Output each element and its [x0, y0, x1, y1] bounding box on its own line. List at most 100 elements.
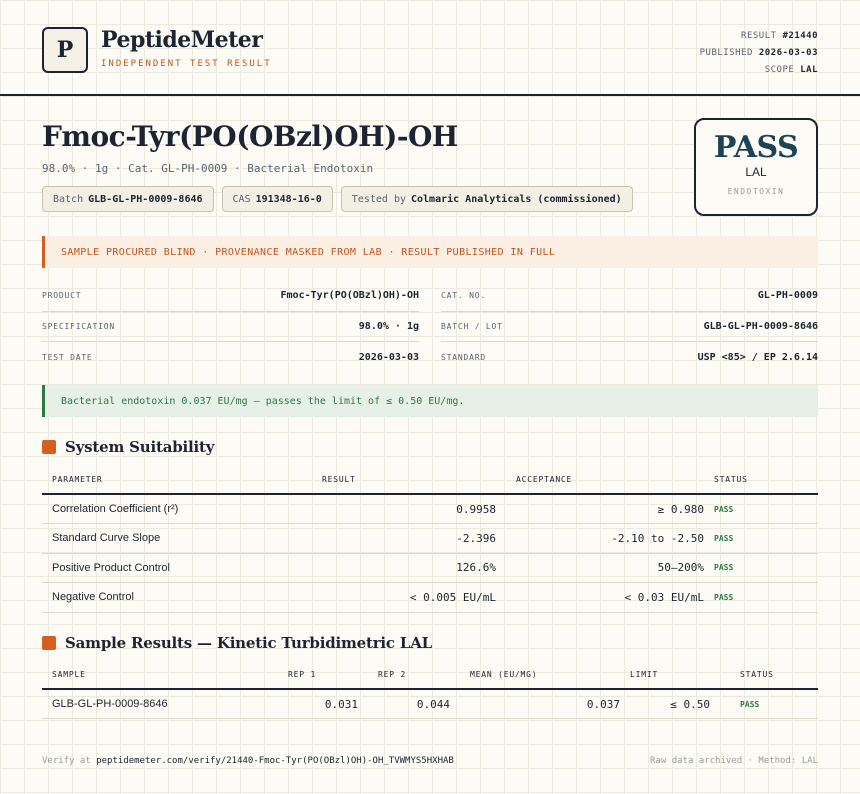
- column-header: ACCEPTANCE: [506, 466, 714, 495]
- chip-label: Tested by: [351, 193, 406, 205]
- result-summary-notice: Bacterial endotoxin 0.037 EU/mg — passes…: [42, 385, 818, 417]
- table-row: Correlation Coefficient (r²) 0.9958 ≥ 0.…: [42, 494, 818, 524]
- logo-letter: P: [56, 37, 74, 63]
- suitability-table: PARAMETER RESULT ACCEPTANCE STATUS Corre…: [42, 466, 818, 613]
- scope-label: SCOPE: [764, 65, 795, 75]
- acceptance-cell: < 0.03 EU/mL: [506, 582, 714, 613]
- result-label: RESULT: [741, 31, 777, 41]
- status-badge: PASS: [714, 582, 818, 613]
- column-header: MEAN (EU/MG): [460, 661, 630, 690]
- spec-value: GL-PH-0009: [757, 290, 818, 302]
- acceptance-cell: 50–200%: [506, 553, 714, 583]
- published-date: 2026-03-03: [758, 48, 818, 58]
- spec-row: CAT. NO. GL-PH-0009: [441, 281, 818, 312]
- info-chips: Batch GLB-GL-PH-0009-8646 CAS 191348-16-0 …: [42, 186, 633, 212]
- rep1-cell: 0.031: [278, 689, 368, 719]
- column-header: REP 2: [368, 661, 460, 690]
- parameter-cell: Negative Control: [42, 582, 276, 613]
- acceptance-cell: -2.10 to -2.50: [506, 523, 714, 554]
- column-header: STATUS: [714, 466, 818, 495]
- spec-row: SPECIFICATION 98.0% · 1g: [42, 312, 419, 342]
- spec-row: STANDARD USP <85> / EP 2.6.14: [441, 342, 818, 373]
- verify-prefix: Verify at: [42, 756, 91, 766]
- status-badge: PASS: [714, 494, 818, 524]
- mean-cell: 0.037: [460, 689, 630, 719]
- spec-row: TEST DATE 2026-03-03: [42, 342, 419, 373]
- brand-tagline: INDEPENDENT TEST RESULT: [101, 59, 272, 69]
- sample-results-heading: Sample Results — Kinetic Turbidimetric L…: [42, 634, 432, 652]
- column-header: REP 1: [278, 661, 368, 690]
- report-footer: Verify at peptidemeter.com/verify/21440-…: [42, 756, 818, 766]
- chip-value: Colmaric Analyticals (commissioned): [410, 193, 622, 205]
- rep2-cell: 0.044: [368, 689, 460, 719]
- table-row: GLB-GL-PH-0009-8646 0.031 0.044 0.037 ≤ …: [42, 689, 818, 719]
- section-marker-icon: [42, 636, 56, 650]
- suitability-heading: System Suitability: [42, 438, 214, 456]
- spec-value: GLB-GL-PH-0009-8646: [703, 320, 818, 332]
- stamp-method: LAL: [745, 165, 767, 179]
- limit-cell: ≤ 0.50: [630, 689, 720, 719]
- published-label: PUBLISHED: [699, 48, 753, 58]
- spec-row: PRODUCT Fmoc-Tyr(PO(OBzl)OH)-OH: [42, 281, 419, 312]
- spec-row: BATCH / LOT GLB-GL-PH-0009-8646: [441, 312, 818, 342]
- spec-value: 98.0% · 1g: [358, 320, 419, 332]
- footer-method: Raw data archived · Method: LAL: [650, 756, 818, 766]
- spec-column-right: CAT. NO. GL-PH-0009 BATCH / LOT GLB-GL-PH-…: [441, 281, 818, 373]
- spec-value: 2026-03-03: [358, 351, 419, 363]
- table-row: Standard Curve Slope -2.396 -2.10 to -2.…: [42, 523, 818, 554]
- table-row: Positive Product Control 126.6% 50–200% …: [42, 553, 818, 583]
- spec-label: TEST DATE: [42, 352, 93, 362]
- result-cell: < 0.005 EU/mL: [276, 582, 506, 613]
- verify-line: Verify at peptidemeter.com/verify/21440-…: [42, 756, 454, 766]
- section-title: System Suitability: [65, 438, 215, 456]
- status-badge: PASS: [714, 523, 818, 554]
- column-header: RESULT: [276, 466, 506, 495]
- status-badge: PASS: [714, 553, 818, 583]
- column-header: LIMIT: [630, 661, 720, 690]
- sample-results-table: SAMPLE REP 1 REP 2 MEAN (EU/MG) LIMIT ST…: [42, 661, 818, 719]
- result-cell: -2.396: [276, 523, 506, 554]
- product-subtitle: 98.0% · 1g · Cat. GL-PH-0009 · Bacterial…: [42, 162, 374, 175]
- logo-mark: P: [42, 27, 88, 73]
- cas-chip: CAS 191348-16-0: [221, 186, 333, 212]
- table-row: Negative Control < 0.005 EU/mL < 0.03 EU…: [42, 582, 818, 613]
- spec-label: PRODUCT: [42, 291, 82, 301]
- spec-label: CAT. NO.: [441, 291, 486, 301]
- scope-value: LAL: [800, 65, 818, 75]
- spec-label: BATCH / LOT: [441, 321, 503, 331]
- spec-label: SPECIFICATION: [42, 321, 116, 331]
- result-cell: 126.6%: [276, 553, 506, 583]
- spec-value: Fmoc-Tyr(PO(OBzl)OH)-OH: [280, 290, 419, 302]
- column-header: STATUS: [720, 661, 818, 690]
- batch-chip: Batch GLB-GL-PH-0009-8646: [42, 186, 214, 212]
- brand-name: PeptideMeter: [101, 27, 263, 53]
- report-header: P PeptideMeter INDEPENDENT TEST RESULT R…: [0, 0, 860, 96]
- pass-stamp: PASS LAL ENDOTOXIN: [694, 118, 818, 216]
- chip-label: Batch: [53, 193, 84, 205]
- blind-procurement-notice: SAMPLE PROCURED BLIND · PROVENANCE MASKE…: [42, 236, 818, 268]
- parameter-cell: Correlation Coefficient (r²): [42, 494, 276, 524]
- chip-label: CAS: [232, 193, 251, 205]
- spec-value: USP <85> / EP 2.6.14: [697, 351, 818, 363]
- chip-value: GLB-GL-PH-0009-8646: [88, 193, 203, 205]
- result-cell: 0.9958: [276, 494, 506, 524]
- section-title: Sample Results — Kinetic Turbidimetric L…: [65, 634, 433, 652]
- column-header: PARAMETER: [42, 466, 276, 495]
- spec-label: STANDARD: [441, 352, 486, 362]
- result-number: #21440: [782, 31, 818, 41]
- parameter-cell: Positive Product Control: [42, 553, 276, 583]
- status-badge: PASS: [720, 689, 818, 719]
- sample-id-cell: GLB-GL-PH-0009-8646: [42, 689, 278, 719]
- section-marker-icon: [42, 440, 56, 454]
- result-meta: RESULT #21440 PUBLISHED 2026-03-03 SCOPE…: [700, 28, 818, 79]
- column-header: SAMPLE: [42, 661, 278, 690]
- stamp-verdict: PASS: [713, 130, 799, 165]
- product-title: Fmoc-Tyr(PO(OBzl)OH)-OH: [42, 120, 458, 153]
- stamp-test: ENDOTOXIN: [727, 187, 785, 196]
- verify-link[interactable]: peptidemeter.com/verify/21440-Fmoc-Tyr(P…: [96, 756, 454, 766]
- tested-by-chip: Tested by Colmaric Analyticals (commissio…: [340, 186, 633, 212]
- chip-value: 191348-16-0: [255, 193, 322, 205]
- parameter-cell: Standard Curve Slope: [42, 523, 276, 554]
- table-header-row: PARAMETER RESULT ACCEPTANCE STATUS: [42, 466, 818, 495]
- spec-column-left: PRODUCT Fmoc-Tyr(PO(OBzl)OH)-OH SPECIFICA…: [42, 281, 419, 373]
